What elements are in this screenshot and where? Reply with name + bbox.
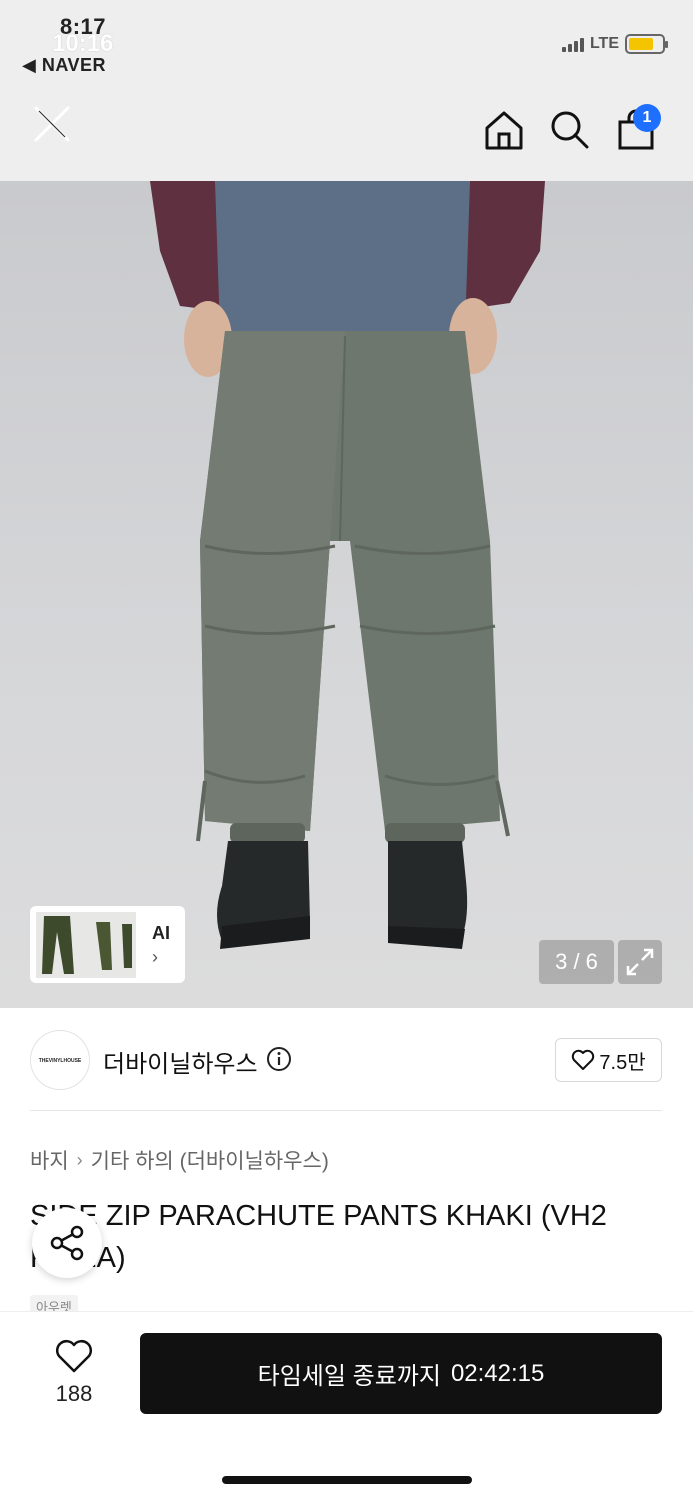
image-page-indicator: 3 / 6	[539, 940, 614, 984]
status-indicators: LTE	[561, 34, 668, 54]
store-logo[interactable]: THEVINYLHOUSE	[30, 1030, 90, 1090]
buy-button-label: 타임세일 종료까지	[257, 1363, 441, 1390]
battery-fill	[629, 38, 653, 50]
product-photo-illustration	[150, 181, 545, 949]
home-indicator	[222, 1476, 472, 1484]
sale-countdown: 02:42:15	[450, 1359, 545, 1387]
search-icon[interactable]	[548, 108, 592, 152]
network-label: LTE	[589, 35, 619, 52]
store-row: THEVINYLHOUSE 더바이닐하우스 7.5만	[0, 1008, 693, 1112]
cart-count-badge: 1	[633, 104, 661, 132]
favorite-count: 7.5만	[599, 1051, 646, 1074]
close-icon[interactable]	[30, 102, 74, 146]
home-icon[interactable]	[482, 108, 526, 152]
status-time: 10:16	[52, 30, 114, 57]
product-title: SIDE ZIP PARACHUTE PANTS KHAKI (VH2 PA11…	[30, 1200, 607, 1274]
ai-label-text: AI	[152, 922, 170, 943]
battery-icon	[625, 34, 668, 54]
breadcrumb-item-other-bottoms[interactable]: 기타 하의 (더바이닐하우스)	[91, 1145, 329, 1175]
chevron-right-icon: ›	[76, 1149, 83, 1170]
store-favorite-button[interactable]: 7.5만	[555, 1038, 662, 1082]
top-bar: 8:17 10:16 ◀ NAVER LTE 1	[0, 0, 693, 181]
share-icon[interactable]	[32, 1208, 102, 1278]
signal-icon	[561, 36, 584, 52]
heart-icon	[572, 1049, 595, 1070]
buy-button[interactable]: 타임세일 종료까지 02:42:15	[140, 1333, 662, 1414]
info-icon[interactable]	[266, 1046, 292, 1072]
back-to-app-link[interactable]: ◀ NAVER	[22, 55, 106, 76]
divider	[30, 1110, 662, 1111]
ai-similar-products[interactable]: AI ›	[30, 906, 185, 983]
wishlist-count: 188	[55, 1381, 93, 1406]
store-name[interactable]: 더바이닐하우스	[103, 1044, 258, 1079]
breadcrumb-item-pants[interactable]: 바지	[30, 1145, 69, 1175]
wishlist-button[interactable]: 188	[42, 1338, 106, 1407]
ai-label: AI ›	[152, 921, 170, 969]
heart-icon	[56, 1340, 92, 1373]
product-image[interactable]	[0, 181, 693, 1008]
expand-icon[interactable]	[618, 940, 662, 984]
chevron-right-icon: ›	[152, 946, 158, 967]
breadcrumb: 바지 › 기타 하의 (더바이닐하우스)	[30, 1145, 329, 1175]
ai-thumbnail-image	[36, 911, 136, 978]
